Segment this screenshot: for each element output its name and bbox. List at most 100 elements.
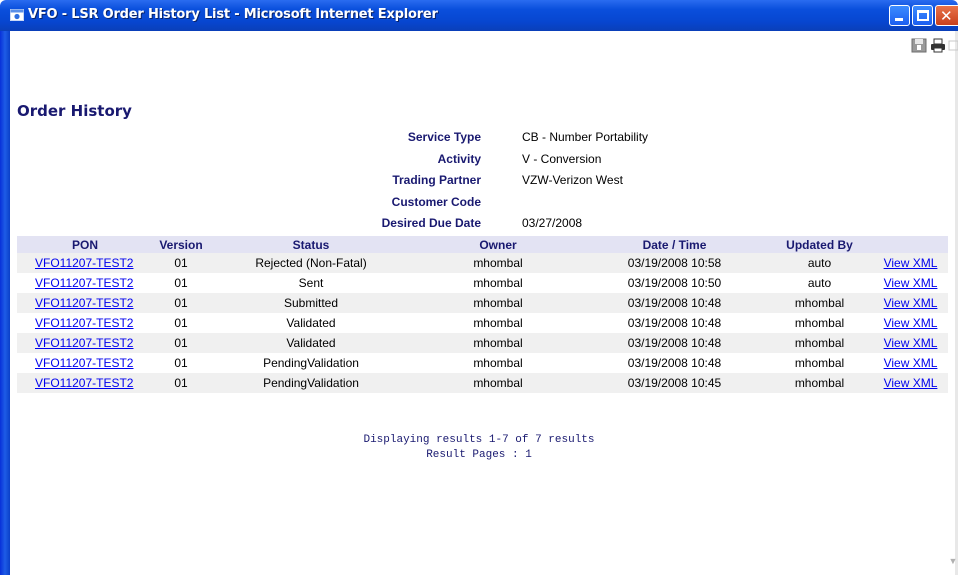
column-header-date-time: Date / Time [583,236,766,253]
info-row-trading-partner: Trading Partner VZW-Verizon West [300,169,700,191]
table-row: VFO11207-TEST2 01 Submitted mhombal 03/1… [17,293,948,313]
updated-by-cell: auto [766,253,873,273]
status-cell: PendingValidation [209,373,413,393]
version-cell: 01 [153,313,209,333]
pon-link[interactable]: VFO11207-TEST2 [35,316,133,330]
pon-link[interactable]: VFO11207-TEST2 [35,356,133,370]
status-cell: PendingValidation [209,353,413,373]
info-label: Service Type [407,130,481,144]
updated-by-cell: mhombal [766,293,873,313]
result-pages: Result Pages : 1 [426,449,532,461]
order-history-table: PON Version Status Owner Date / Time Upd… [17,236,948,393]
printer-icon[interactable] [930,38,946,53]
version-cell: 01 [153,373,209,393]
pon-cell: VFO11207-TEST2 [17,353,153,373]
close-button[interactable]: ✕ [935,5,958,26]
info-row-activity: Activity V - Conversion [300,148,700,170]
status-cell: Sent [209,273,413,293]
version-cell: 01 [153,273,209,293]
results-summary: Displaying results 1-7 of 7 results [363,434,595,446]
minimize-button[interactable] [889,5,910,26]
view-xml-link[interactable]: View XML [884,276,938,290]
owner-cell: mhombal [413,333,583,353]
pon-cell: VFO11207-TEST2 [17,293,153,313]
order-info-panel: Service Type CB - Number Portability Act… [300,126,700,234]
window-frame-left [0,31,10,575]
info-label: Customer Code [391,194,481,209]
column-header-owner: Owner [413,236,583,253]
pon-cell: VFO11207-TEST2 [17,273,153,293]
action-cell: View XML [873,333,948,353]
pon-cell: VFO11207-TEST2 [17,253,153,273]
datetime-cell: 03/19/2008 10:58 [583,253,766,273]
view-xml-link[interactable]: View XML [884,376,938,390]
scroll-down-arrow-icon[interactable]: ▼ [948,556,958,570]
info-value: VZW-Verizon West [522,173,623,187]
pon-cell: VFO11207-TEST2 [17,373,153,393]
info-value: CB - Number Portability [522,130,649,144]
status-cell: Rejected (Non-Fatal) [209,253,413,273]
column-header-pon: PON [17,236,153,253]
status-cell: Validated [209,333,413,353]
owner-cell: mhombal [413,293,583,313]
info-value: 03/27/2008 [522,216,583,230]
action-cell: View XML [873,353,948,373]
save-disk-icon[interactable] [911,38,927,53]
status-cell: Validated [209,313,413,333]
pon-link[interactable]: VFO11207-TEST2 [35,336,133,350]
table-row: VFO11207-TEST2 01 PendingValidation mhom… [17,353,948,373]
window-title: VFO - LSR Order History List - Microsoft… [28,7,438,22]
pon-cell: VFO11207-TEST2 [17,333,153,353]
action-cell: View XML [873,253,948,273]
view-xml-link[interactable]: View XML [884,256,938,270]
status-cell: Submitted [209,293,413,313]
column-header-status: Status [209,236,413,253]
view-xml-link[interactable]: View XML [884,316,938,330]
pon-link[interactable]: VFO11207-TEST2 [35,256,133,270]
version-cell: 01 [153,293,209,313]
action-cell: View XML [873,273,948,293]
updated-by-cell: mhombal [766,373,873,393]
column-header-action [873,236,948,253]
datetime-cell: 03/19/2008 10:48 [583,313,766,333]
info-value: V - Conversion [522,151,602,166]
maximize-button[interactable] [912,5,933,26]
view-xml-link[interactable]: View XML [884,336,938,350]
action-cell: View XML [873,313,948,333]
info-row-customer-code: Customer Code [300,191,700,213]
datetime-cell: 03/19/2008 10:48 [583,293,766,313]
table-row: VFO11207-TEST2 01 Validated mhombal 03/1… [17,313,948,333]
updated-by-cell: mhombal [766,333,873,353]
owner-cell: mhombal [413,353,583,373]
table-header-row: PON Version Status Owner Date / Time Upd… [17,236,948,253]
owner-cell: mhombal [413,253,583,273]
column-header-updated-by: Updated By [766,236,873,253]
datetime-cell: 03/19/2008 10:45 [583,373,766,393]
datetime-cell: 03/19/2008 10:50 [583,273,766,293]
version-cell: 01 [153,253,209,273]
action-cell: View XML [873,373,948,393]
view-xml-link[interactable]: View XML [884,356,938,370]
table-row: VFO11207-TEST2 01 Validated mhombal 03/1… [17,333,948,353]
pon-link[interactable]: VFO11207-TEST2 [35,376,133,390]
pon-link[interactable]: VFO11207-TEST2 [35,276,133,290]
owner-cell: mhombal [413,313,583,333]
minimize-icon [895,18,903,21]
table-row: VFO11207-TEST2 01 Rejected (Non-Fatal) m… [17,253,948,273]
ie-window-icon [10,9,24,21]
updated-by-cell: mhombal [766,353,873,373]
info-row-desired-due-date: Desired Due Date 03/27/2008 [300,212,700,234]
owner-cell: mhombal [413,273,583,293]
view-xml-link[interactable]: View XML [884,296,938,310]
page-title: Order History [17,102,132,120]
action-cell: View XML [873,293,948,313]
pon-link[interactable]: VFO11207-TEST2 [35,296,133,310]
pon-cell: VFO11207-TEST2 [17,313,153,333]
window-titlebar[interactable]: VFO - LSR Order History List - Microsoft… [0,0,958,31]
table-row: VFO11207-TEST2 01 PendingValidation mhom… [17,373,948,393]
maximize-icon [917,10,929,21]
datetime-cell: 03/19/2008 10:48 [583,353,766,373]
version-cell: 01 [153,333,209,353]
datetime-cell: 03/19/2008 10:48 [583,333,766,353]
toolbar-overflow-icon[interactable] [948,38,958,53]
